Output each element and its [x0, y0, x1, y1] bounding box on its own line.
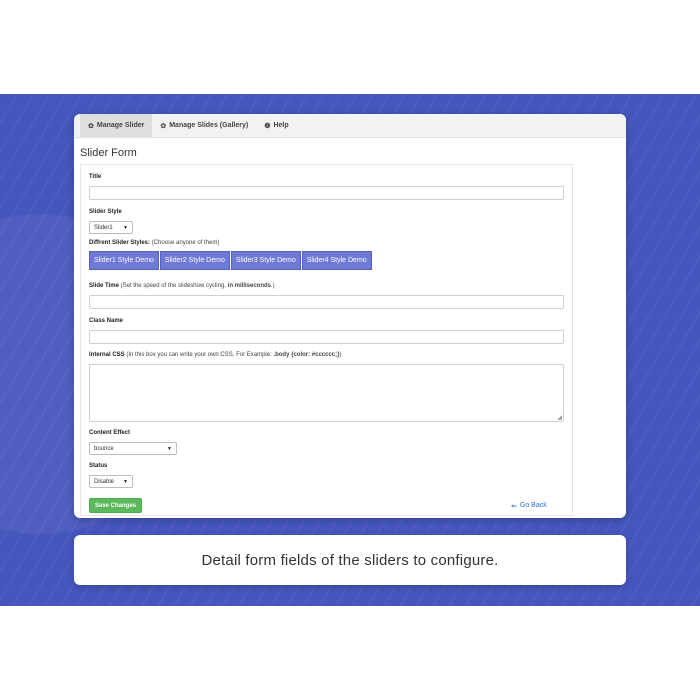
info-icon: ❶	[264, 122, 271, 130]
internal-css-label: Internal CSS (In this box you can write …	[89, 352, 341, 358]
tab-manage-slider[interactable]: ✿ Manage Slider	[80, 114, 153, 137]
go-back-link[interactable]: ⇐ Go Back	[511, 498, 547, 513]
tab-help[interactable]: ❶ Help	[256, 114, 296, 137]
slider1-demo-button[interactable]: Slider1 Style Demo	[89, 251, 159, 270]
slider-style-label: Slider Style	[89, 209, 122, 215]
slider4-demo-button[interactable]: Slider4 Style Demo	[301, 251, 372, 270]
select-value: Disable	[94, 478, 115, 485]
label-note: (In this box you can write your own CSS,…	[126, 352, 342, 358]
class-name-input[interactable]	[89, 330, 564, 344]
caption-text: Detail form fields of the sliders to con…	[74, 535, 626, 585]
gear-icon: ✿	[160, 122, 167, 130]
go-back-label: Go Back	[519, 502, 547, 509]
status-label: Status	[89, 463, 108, 469]
slider-form: Title Slider Style Slider1 ▼ Diffrent Sl…	[80, 164, 573, 516]
save-changes-button[interactable]: Save Changes	[89, 498, 143, 513]
content-effect-select[interactable]: bounce ▼	[89, 442, 177, 455]
content-effect-label: Content Effect	[89, 430, 130, 436]
tab-label: Manage Slider	[96, 122, 145, 129]
slider-styles-label: Diffrent Slider Styles: (Choose anyone o…	[89, 240, 219, 246]
arrow-left-icon: ⇐	[511, 502, 517, 510]
tab-label: Manage Slides (Gallery)	[169, 122, 249, 129]
tab-manage-slides[interactable]: ✿ Manage Slides (Gallery)	[152, 114, 256, 137]
style-demo-buttons: Slider1 Style Demo Slider2 Style Demo Sl…	[89, 251, 372, 270]
caret-down-icon: ▼	[167, 445, 172, 452]
title-input[interactable]	[89, 186, 564, 200]
tab-bar: ✿ Manage Slider ✿ Manage Slides (Gallery…	[74, 114, 626, 138]
gear-icon: ✿	[88, 122, 94, 130]
tab-label: Help	[273, 122, 289, 129]
label-note: (Choose anyone of them)	[151, 240, 220, 246]
caret-down-icon: ▼	[123, 478, 128, 485]
internal-css-textarea[interactable]: ◢	[89, 364, 564, 422]
resize-handle-icon[interactable]: ◢	[557, 415, 562, 421]
label-text: Internal CSS	[89, 352, 125, 358]
label-text: Diffrent Slider Styles:	[89, 240, 151, 246]
caret-down-icon: ▼	[123, 224, 128, 231]
status-select[interactable]: Disable ▼	[89, 475, 133, 488]
label-note: (Set the speed of the slideshow cycling,…	[120, 283, 275, 289]
select-value: bounce	[94, 445, 114, 452]
admin-window: ✿ Manage Slider ✿ Manage Slides (Gallery…	[74, 114, 626, 518]
slider2-demo-button[interactable]: Slider2 Style Demo	[159, 251, 230, 270]
title-label: Title	[89, 174, 102, 180]
page-title: Slider Form	[80, 147, 137, 159]
slide-time-input[interactable]	[89, 295, 564, 309]
slide-time-label: Slide Time (Set the speed of the slidesh…	[89, 283, 275, 289]
class-name-label: Class Name	[89, 318, 124, 324]
slider-style-select[interactable]: Slider1 ▼	[89, 221, 133, 234]
slider3-demo-button[interactable]: Slider3 Style Demo	[230, 251, 301, 270]
select-value: Slider1	[94, 224, 113, 231]
label-text: Slide Time	[89, 283, 119, 289]
